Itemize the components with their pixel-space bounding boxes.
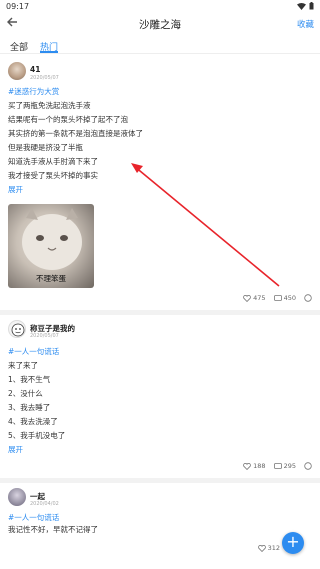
post-line: 我记性不好，早就不记得了 [8,525,98,534]
post-date: 2020/04/02 [30,501,59,507]
post-line: 结果呢有一个的泵头坏掉了起不了泡 [8,115,128,124]
like-button[interactable]: 475 [243,294,266,302]
status-bar: 09:17 [0,0,320,14]
comment-button[interactable]: 295 [273,462,296,470]
avatar[interactable] [8,320,26,338]
heart-icon [257,544,266,552]
post-actions: 312 [257,544,280,552]
heart-icon [243,462,252,470]
post-date: 2020/05/07 [30,75,59,81]
post-line: 来了来了 [8,361,38,370]
avatar[interactable] [8,62,26,80]
comment-icon [273,462,282,469]
tab-active-indicator [40,51,58,53]
tab-all[interactable]: 全部 [10,40,28,53]
post-date: 2020/05/07 [30,333,59,339]
post-line: 1、我不生气 [8,375,51,384]
post-line: 3、我去睡了 [8,403,51,412]
post-topic[interactable]: #迷惑行为大赏 [8,86,59,97]
comment-count: 295 [283,462,296,470]
share-button[interactable] [304,462,312,470]
post-line: 买了两瓶免洗起泡洗手液 [8,101,91,110]
like-count: 475 [253,294,266,302]
comment-button[interactable]: 450 [273,294,296,302]
post-card[interactable]: 一起 2020/04/02 #一人一句谎话 我记性不好，早就不记得了 312 [0,484,320,569]
like-count: 188 [253,462,266,470]
share-icon [304,294,312,302]
battery-icon [309,2,314,10]
tab-bar: 全部 热门 [0,38,320,54]
comment-count: 450 [283,294,296,302]
face-icon [11,323,25,337]
collect-button[interactable]: 收藏 [297,18,314,30]
post-card[interactable]: 称豆子是我的 2020/05/07 #一人一句谎话 来了来了 1、我不生气 2、… [0,316,320,476]
wifi-icon [297,2,306,10]
post-topic[interactable]: #一人一句谎话 [8,512,59,523]
expand-link[interactable]: 展开 [8,184,23,195]
post-actions: 475 450 [243,294,312,302]
like-button[interactable]: 188 [243,462,266,470]
share-icon [304,462,312,470]
post-divider [0,310,320,315]
avatar[interactable] [8,488,26,506]
add-post-button[interactable]: + [282,532,304,554]
like-count: 312 [267,544,280,552]
share-button[interactable] [304,294,312,302]
status-time: 09:17 [6,2,30,11]
post-line: 但是我硬是挤没了半瓶 [8,143,83,152]
post-actions: 188 295 [243,462,312,470]
post-line: 2、没什么 [8,389,43,398]
post-divider [0,478,320,483]
comment-icon [273,294,282,301]
post-line: 4、我去洗澡了 [8,417,58,426]
post-line: 知道洗手液从手肘滴下来了 [8,157,98,166]
post-card[interactable]: 41 2020/05/07 #迷惑行为大赏 买了两瓶免洗起泡洗手液 结果呢有一个… [0,58,320,308]
post-line: 其实挤的第一条就不是泡泡直接是液体了 [8,129,143,138]
post-line: 我才接受了泵头坏掉的事实 [8,171,98,180]
image-caption: 不理笨蛋 [36,274,66,283]
nav-bar: 沙雕之海 收藏 [0,14,320,36]
like-button[interactable]: 312 [257,544,280,552]
expand-link[interactable]: 展开 [8,444,23,455]
page-title: 沙雕之海 [139,19,181,31]
post-line: 5、我手机没电了 [8,431,66,440]
heart-icon [243,294,252,302]
post-topic[interactable]: #一人一句谎话 [8,346,59,357]
post-image[interactable]: 不理笨蛋 [8,204,94,288]
post-username[interactable]: 41 [30,65,40,74]
status-icons [297,2,314,10]
